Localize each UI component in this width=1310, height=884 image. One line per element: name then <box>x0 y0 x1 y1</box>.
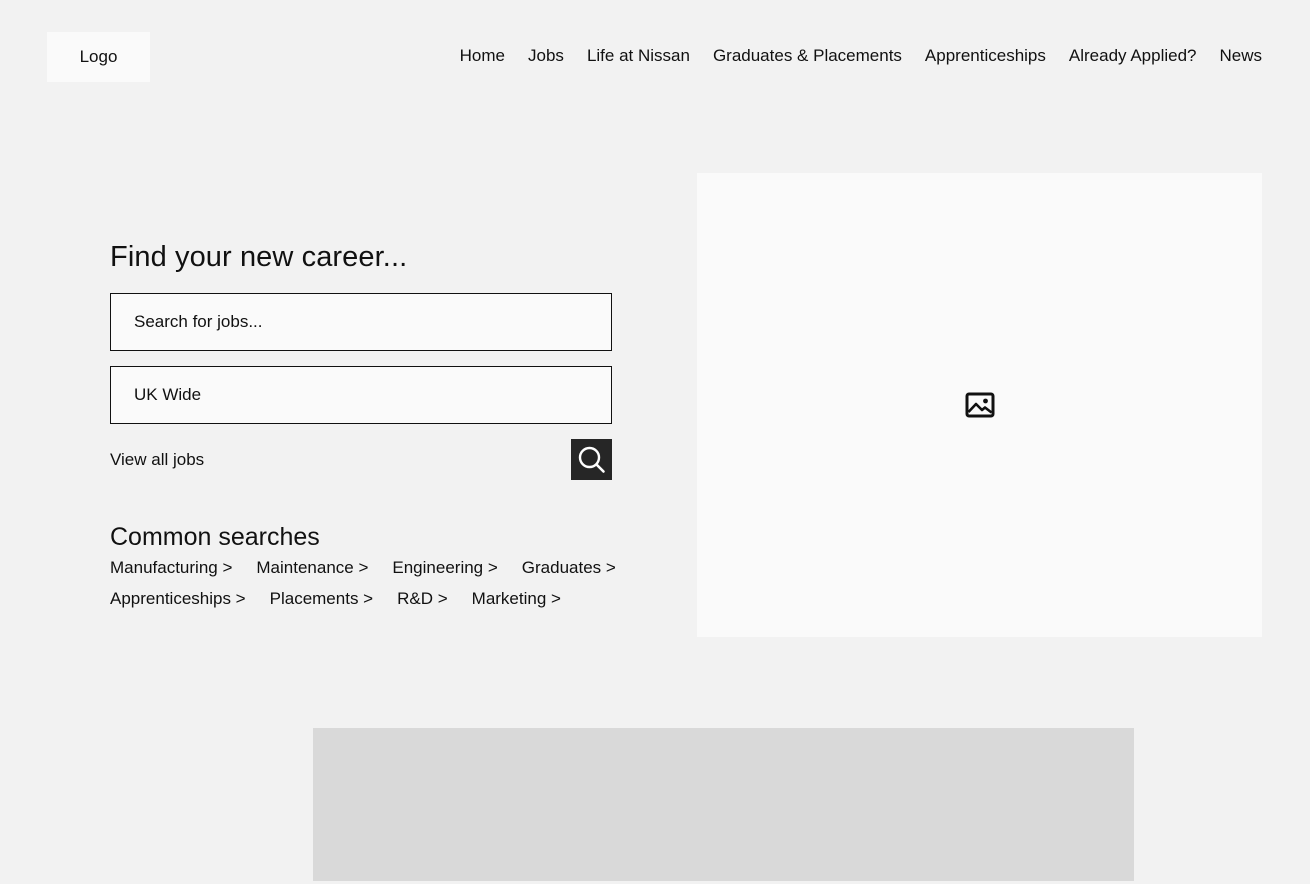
nav-item-jobs[interactable]: Jobs <box>528 46 564 66</box>
image-icon <box>965 392 994 418</box>
hero-image-placeholder <box>697 173 1262 637</box>
search-input[interactable] <box>110 293 612 351</box>
nav-item-news[interactable]: News <box>1219 46 1262 66</box>
main-nav: Home Jobs Life at Nissan Graduates & Pla… <box>460 46 1262 66</box>
search-actions: View all jobs <box>110 439 612 480</box>
common-search-maintenance[interactable]: Maintenance > <box>256 558 368 577</box>
view-all-jobs-link[interactable]: View all jobs <box>110 450 204 470</box>
search-icon <box>578 446 605 473</box>
nav-item-life-at-nissan[interactable]: Life at Nissan <box>587 46 690 66</box>
common-search-engineering[interactable]: Engineering > <box>392 558 497 577</box>
common-searches-title: Common searches <box>110 523 320 551</box>
common-searches-list: Manufacturing > Maintenance > Engineerin… <box>110 558 640 608</box>
page-title: Find your new career... <box>110 241 408 273</box>
common-search-r-and-d[interactable]: R&D > <box>397 589 448 608</box>
job-search-panel: Find your new career... View all jobs Co… <box>110 240 616 608</box>
location-input[interactable] <box>110 366 612 424</box>
logo[interactable]: Logo <box>47 32 150 82</box>
nav-item-apprenticeships[interactable]: Apprenticeships <box>925 46 1046 66</box>
banner-placeholder <box>313 728 1134 881</box>
nav-item-already-applied[interactable]: Already Applied? <box>1069 46 1197 66</box>
common-search-graduates[interactable]: Graduates > <box>522 558 616 577</box>
common-search-apprenticeships[interactable]: Apprenticeships > <box>110 589 246 608</box>
common-search-placements[interactable]: Placements > <box>270 589 373 608</box>
nav-item-home[interactable]: Home <box>460 46 505 66</box>
nav-item-graduates-placements[interactable]: Graduates & Placements <box>713 46 902 66</box>
common-search-marketing[interactable]: Marketing > <box>472 589 561 608</box>
common-search-manufacturing[interactable]: Manufacturing > <box>110 558 232 577</box>
search-button[interactable] <box>571 439 612 480</box>
